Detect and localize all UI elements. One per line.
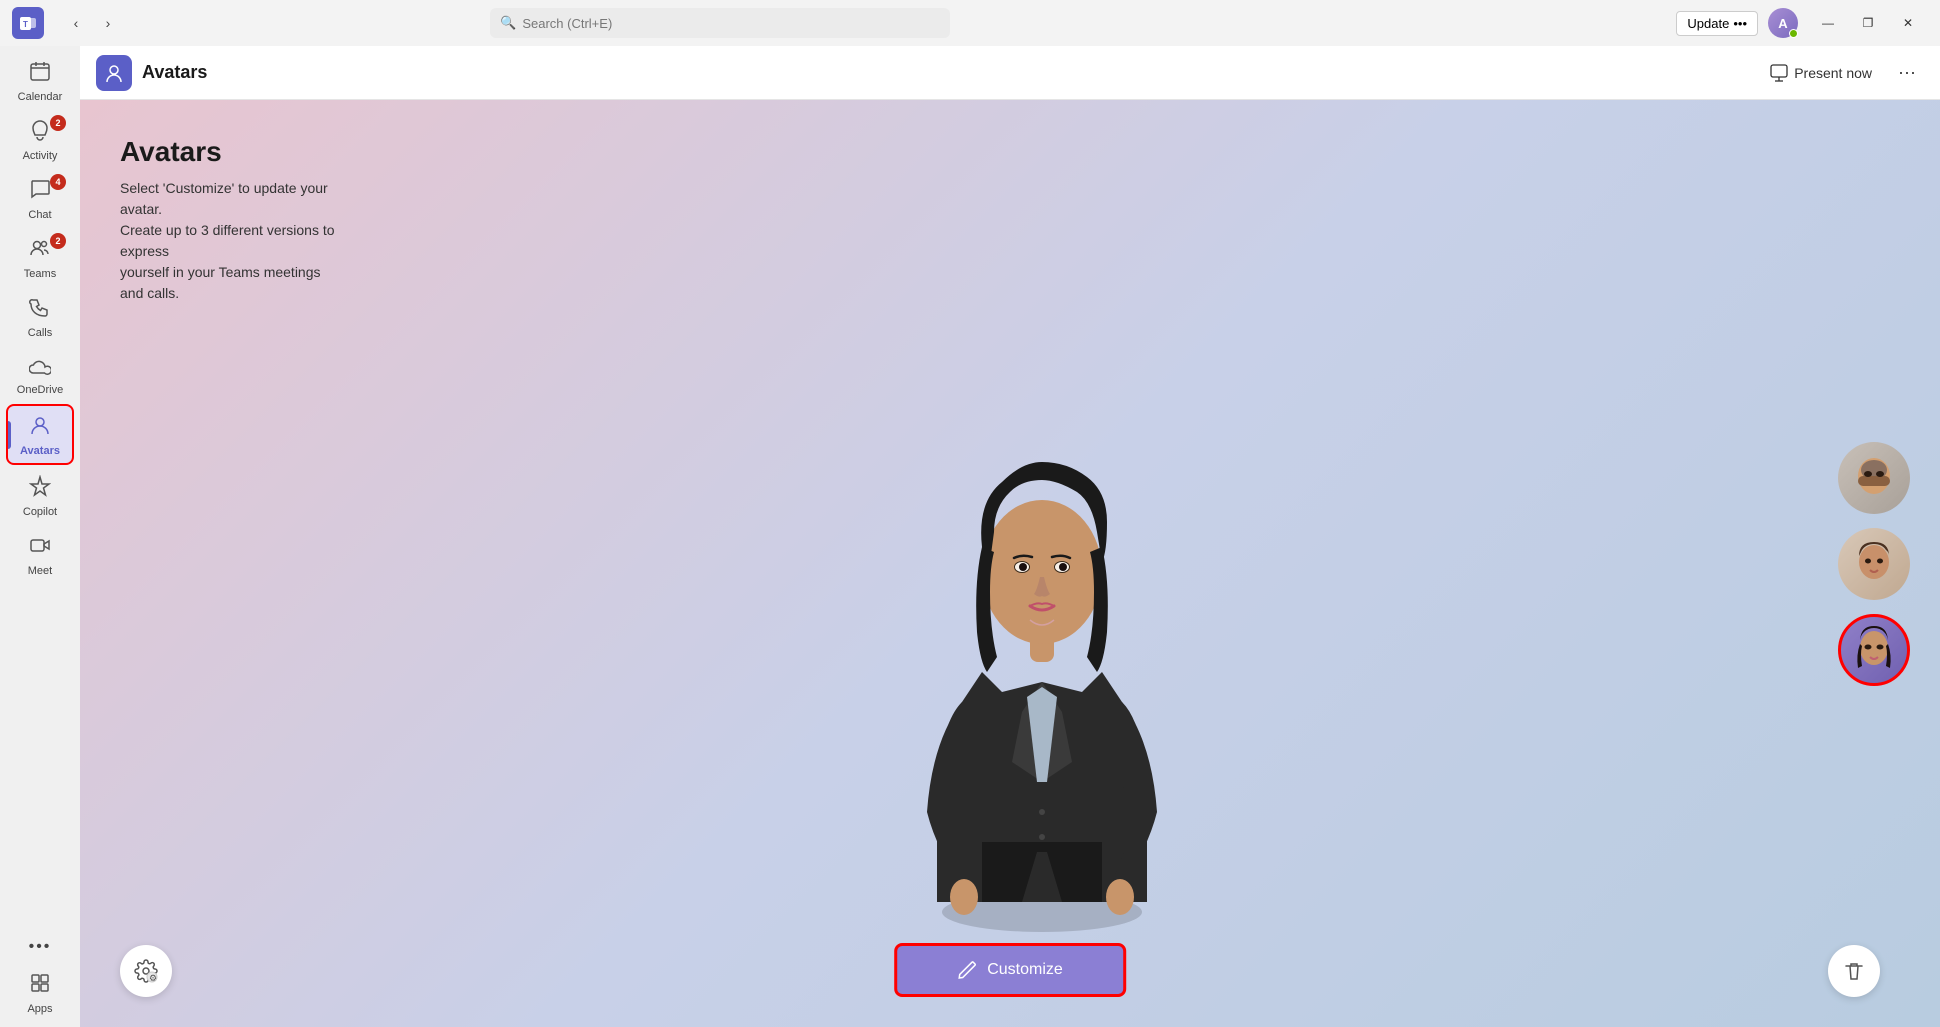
avatar-3d-figure [882, 362, 1202, 937]
avatar-description: Select 'Customize' to update your avatar… [120, 178, 340, 304]
avatar-selector [1838, 442, 1910, 686]
calendar-icon [29, 60, 51, 88]
sidebar-item-calendar[interactable]: Calendar [6, 52, 74, 109]
activity-badge: 2 [50, 115, 66, 131]
sidebar-item-copilot[interactable]: Copilot [6, 467, 74, 524]
customize-label: Customize [987, 961, 1063, 979]
update-button[interactable]: Update ••• [1676, 11, 1758, 36]
avatar-info: Avatars Select 'Customize' to update you… [120, 136, 340, 304]
app-icon-box [96, 55, 132, 91]
sidebar: Calendar 2 Activity 4 Chat 2 Teams [0, 46, 80, 1027]
chat-icon [29, 178, 51, 206]
title-bar-right: Update ••• A — ❐ ✕ [1676, 8, 1928, 38]
app-more-button[interactable]: ··· [1890, 58, 1924, 87]
svg-text:T: T [23, 20, 28, 29]
online-status-dot [1789, 29, 1798, 38]
sidebar-item-calls[interactable]: Calls [6, 288, 74, 345]
copilot-label: Copilot [23, 506, 57, 518]
avatar-thumb-3[interactable] [1838, 614, 1910, 686]
nav-arrows: ‹ › [62, 9, 122, 37]
sidebar-item-avatars[interactable]: Avatars [6, 404, 74, 465]
sidebar-item-teams[interactable]: 2 Teams [6, 229, 74, 286]
avatars-icon [29, 414, 51, 442]
back-button[interactable]: ‹ [62, 9, 90, 37]
title-bar: T ‹ › 🔍 Search (Ctrl+E) Update ••• A — ❐… [0, 0, 1940, 46]
window-controls: — ❐ ✕ [1808, 8, 1928, 38]
main-layout: Calendar 2 Activity 4 Chat 2 Teams [0, 46, 1940, 1027]
app-header: Avatars Present now ··· [80, 46, 1940, 100]
calls-label: Calls [28, 327, 52, 339]
search-icon: 🔍 [500, 15, 516, 31]
avatar-thumb-1[interactable] [1838, 442, 1910, 514]
active-indicator [8, 421, 11, 449]
forward-button[interactable]: › [94, 9, 122, 37]
delete-button[interactable] [1828, 945, 1880, 997]
maximize-button[interactable]: ❐ [1848, 8, 1888, 38]
update-dots: ••• [1733, 16, 1747, 31]
teams-badge: 2 [50, 233, 66, 249]
user-avatar[interactable]: A [1768, 8, 1798, 38]
app-title: Avatars [142, 62, 207, 83]
teams-icon [29, 237, 51, 265]
app-header-left: Avatars [96, 55, 207, 91]
teams-logo: T [12, 7, 44, 39]
chat-badge: 4 [50, 174, 66, 190]
meet-icon [29, 534, 51, 562]
avatars-label: Avatars [20, 445, 60, 457]
customize-button[interactable]: Customize [894, 943, 1126, 997]
avatar-main-area: Avatars Select 'Customize' to update you… [80, 100, 1940, 1027]
minimize-button[interactable]: — [1808, 8, 1848, 38]
app-header-right: Present now ··· [1760, 58, 1924, 88]
onedrive-label: OneDrive [17, 384, 63, 396]
sidebar-item-apps[interactable]: Apps [6, 964, 74, 1021]
teams-label: Teams [24, 268, 56, 280]
sidebar-item-activity[interactable]: 2 Activity [6, 111, 74, 168]
sidebar-item-chat[interactable]: 4 Chat [6, 170, 74, 227]
update-label: Update [1687, 16, 1729, 31]
activity-icon [29, 119, 51, 147]
chat-label: Chat [28, 209, 51, 221]
search-placeholder: Search (Ctrl+E) [522, 16, 612, 31]
avatar-thumb-2[interactable] [1838, 528, 1910, 600]
apps-label: Apps [27, 1003, 52, 1015]
content-area: Avatars Present now ··· Avatars Select '… [80, 46, 1940, 1027]
search-bar[interactable]: 🔍 Search (Ctrl+E) [490, 8, 950, 38]
svg-text:⚙: ⚙ [149, 973, 157, 983]
copilot-icon [29, 475, 51, 503]
customize-button-wrap: Customize [894, 943, 1126, 997]
present-label: Present now [1794, 65, 1872, 81]
avatar-heading: Avatars [120, 136, 340, 168]
onedrive-icon [29, 355, 51, 381]
sidebar-item-meet[interactable]: Meet [6, 526, 74, 583]
calendar-label: Calendar [18, 91, 63, 103]
more-icon: ••• [29, 938, 52, 956]
sidebar-item-onedrive[interactable]: OneDrive [6, 347, 74, 402]
activity-label: Activity [23, 150, 58, 162]
sidebar-item-more[interactable]: ••• [6, 930, 74, 962]
close-button[interactable]: ✕ [1888, 8, 1928, 38]
meet-label: Meet [28, 565, 52, 577]
present-now-button[interactable]: Present now [1760, 58, 1882, 88]
calls-icon [29, 296, 51, 324]
apps-icon [29, 972, 51, 1000]
settings-button[interactable]: ⚙ [120, 945, 172, 997]
